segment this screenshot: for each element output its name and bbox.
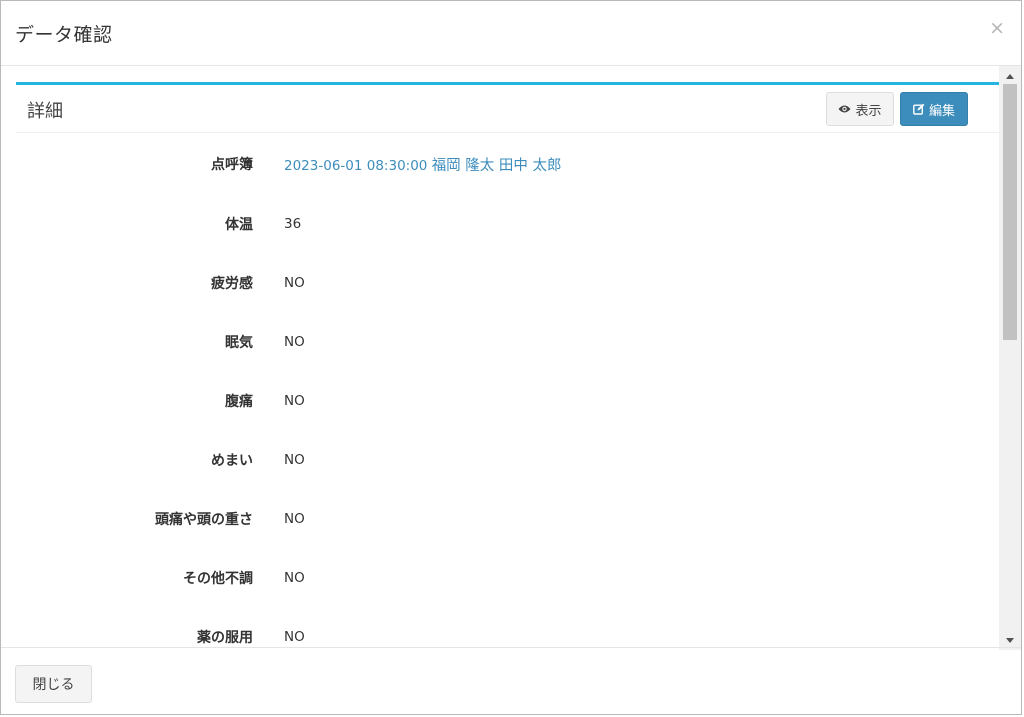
roll-call-names: 福岡 隆太 田中 太郎 xyxy=(431,157,562,174)
box-header: 詳細 表示 編集 xyxy=(16,85,999,133)
detail-row-drowsiness: 眠気 NO xyxy=(16,330,999,354)
modal-title: データ確認 xyxy=(15,24,113,46)
edit-icon xyxy=(913,103,925,115)
detail-value: NO xyxy=(284,334,305,350)
detail-value: NO xyxy=(284,393,305,409)
detail-row-other-discomfort: その他不調 NO xyxy=(16,566,999,590)
detail-value: NO xyxy=(284,452,305,468)
detail-label: 体温 xyxy=(225,217,253,233)
detail-value: NO xyxy=(284,511,305,527)
detail-box: 詳細 表示 編集 点呼簿 2023-06-01 08:30:00 福岡 隆太 田… xyxy=(16,82,999,650)
detail-value: NO xyxy=(284,275,305,291)
vertical-scrollbar[interactable] xyxy=(999,66,1021,650)
roll-call-link[interactable]: 2023-06-01 08:30:00 福岡 隆太 田中 太郎 xyxy=(284,154,562,175)
detail-label: めまい xyxy=(211,453,253,469)
detail-label: 頭痛や頭の重さ xyxy=(155,512,253,528)
detail-label: 薬の服用 xyxy=(197,630,253,646)
modal-header: データ確認 × xyxy=(1,1,1021,66)
scroll-down-arrow-icon[interactable] xyxy=(999,632,1021,648)
detail-value: NO xyxy=(284,629,305,645)
detail-label: 点呼簿 xyxy=(211,157,253,173)
view-button[interactable]: 表示 xyxy=(826,92,894,126)
roll-call-datetime: 2023-06-01 08:30:00 xyxy=(284,157,428,174)
box-title: 詳細 xyxy=(27,101,63,122)
detail-value: NO xyxy=(284,570,305,586)
modal-body: 詳細 表示 編集 点呼簿 2023-06-01 08:30:00 福岡 隆太 田… xyxy=(1,66,1021,650)
detail-row-fatigue: 疲労感 NO xyxy=(16,271,999,295)
eye-icon xyxy=(838,105,851,113)
detail-row-headache: 頭痛や頭の重さ NO xyxy=(16,507,999,531)
detail-label: 眠気 xyxy=(225,335,253,351)
scroll-up-arrow-icon[interactable] xyxy=(999,68,1021,84)
detail-row-roll-call: 点呼簿 2023-06-01 08:30:00 福岡 隆太 田中 太郎 xyxy=(16,152,999,176)
close-button[interactable]: 閉じる xyxy=(15,665,92,703)
detail-label: 腹痛 xyxy=(225,394,253,410)
edit-button[interactable]: 編集 xyxy=(900,92,968,126)
detail-label: その他不調 xyxy=(183,571,253,587)
scroll-thumb[interactable] xyxy=(1003,84,1017,340)
detail-row-stomachache: 腹痛 NO xyxy=(16,389,999,413)
detail-row-dizziness: めまい NO xyxy=(16,448,999,472)
detail-value: 36 xyxy=(284,216,302,232)
view-button-label: 表示 xyxy=(855,103,882,119)
data-confirm-modal: データ確認 × 詳細 表示 編集 点呼簿 2023-06-01 08:30:00… xyxy=(0,0,1022,715)
modal-footer: 閉じる xyxy=(1,647,1021,714)
detail-row-temperature: 体温 36 xyxy=(16,212,999,236)
detail-label: 疲労感 xyxy=(211,276,253,292)
close-icon[interactable]: × xyxy=(989,19,1005,38)
scroll-area: 詳細 表示 編集 点呼簿 2023-06-01 08:30:00 福岡 隆太 田… xyxy=(1,66,999,650)
edit-button-label: 編集 xyxy=(928,103,955,119)
detail-row-medication: 薬の服用 NO xyxy=(16,625,999,649)
